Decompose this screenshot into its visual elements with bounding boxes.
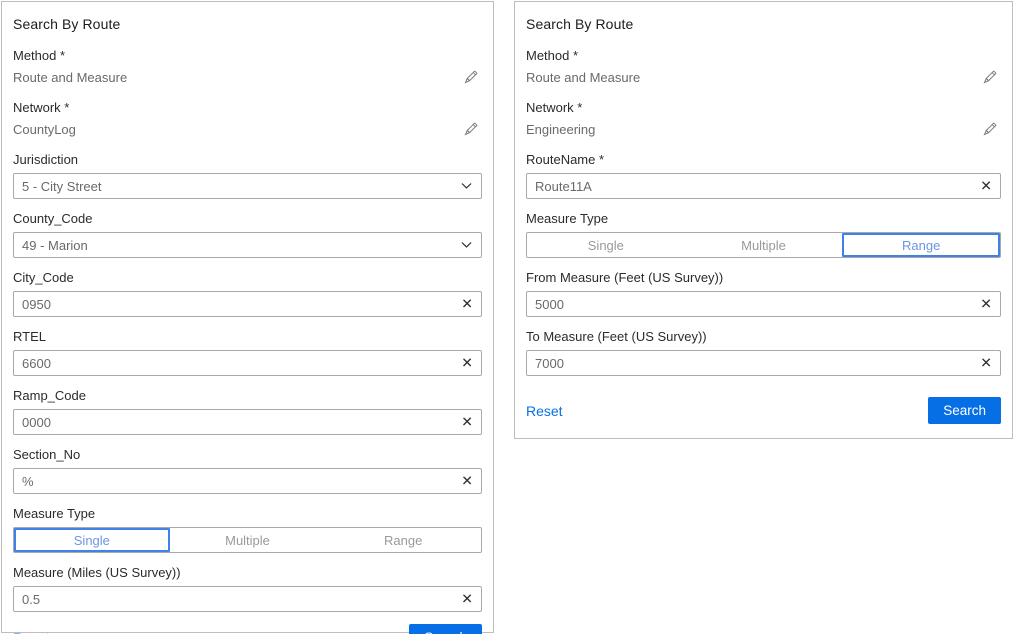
fields-container: Method * Route and Measure Network * Eng…: [526, 48, 1001, 388]
field-to-measure-feet-us-survey: To Measure (Feet (US Survey)) ✕: [526, 329, 1001, 376]
field-label: Measure Type: [13, 506, 482, 521]
text-input-measure-miles-us-survey[interactable]: [14, 587, 481, 611]
panel-footer: Reset Search: [526, 397, 1001, 426]
field-jurisdiction: Jurisdiction 5 - City Street: [13, 152, 482, 199]
segment-range[interactable]: Range: [842, 233, 1000, 257]
field-method: Method * Route and Measure: [526, 48, 1001, 86]
field-rtel: RTEL ✕: [13, 329, 482, 376]
text-input-wrap: ✕: [526, 350, 1001, 376]
field-value-row: CountyLog: [13, 121, 482, 138]
panel-footer: Reset Search: [13, 624, 482, 634]
field-label: RouteName *: [526, 152, 1001, 167]
field-label: Network *: [526, 100, 1001, 115]
segmented-control: SingleMultipleRange: [526, 232, 1001, 258]
field-label: Measure (Miles (US Survey)): [13, 565, 482, 580]
dropdown-county-code[interactable]: 49 - Marion: [13, 232, 482, 258]
field-label: Measure Type: [526, 211, 1001, 226]
clear-x-icon[interactable]: ✕: [980, 297, 992, 311]
search-by-route-panel: Search By Route Method * Route and Measu…: [514, 1, 1013, 439]
panel-title: Search By Route: [526, 16, 1001, 32]
segment-single[interactable]: Single: [527, 233, 685, 257]
clear-x-icon[interactable]: ✕: [461, 356, 473, 370]
field-label: City_Code: [13, 270, 482, 285]
dropdown-selected-value: 5 - City Street: [22, 179, 101, 194]
text-input-city-code[interactable]: [14, 292, 481, 316]
field-label: Method *: [526, 48, 1001, 63]
text-input-rtel[interactable]: [14, 351, 481, 375]
field-value: Engineering: [526, 122, 595, 138]
clear-x-icon[interactable]: ✕: [980, 356, 992, 370]
field-value: Route and Measure: [526, 70, 640, 86]
text-input-routename[interactable]: [527, 174, 1000, 198]
chevron-down-icon: [461, 183, 472, 190]
field-value-row: Engineering: [526, 121, 1001, 138]
field-routename: RouteName * ✕: [526, 152, 1001, 199]
text-input-wrap: ✕: [526, 291, 1001, 317]
text-input-wrap: ✕: [13, 468, 482, 494]
clear-x-icon[interactable]: ✕: [980, 179, 992, 193]
field-label: Ramp_Code: [13, 388, 482, 403]
search-button[interactable]: Search: [928, 397, 1001, 424]
field-network: Network * Engineering: [526, 100, 1001, 138]
field-method: Method * Route and Measure: [13, 48, 482, 86]
field-measure-miles-us-survey: Measure (Miles (US Survey)) ✕: [13, 565, 482, 612]
field-county-code: County_Code 49 - Marion: [13, 211, 482, 258]
field-ramp-code: Ramp_Code ✕: [13, 388, 482, 435]
edit-pencil-icon[interactable]: [981, 121, 998, 138]
edit-pencil-icon[interactable]: [981, 69, 998, 86]
segmented-control: SingleMultipleRange: [13, 527, 482, 553]
reset-link[interactable]: Reset: [13, 630, 50, 634]
dropdown-selected-value: 49 - Marion: [22, 238, 88, 253]
segment-multiple[interactable]: Multiple: [685, 233, 843, 257]
clear-x-icon[interactable]: ✕: [461, 592, 473, 606]
field-label: RTEL: [13, 329, 482, 344]
page: Search By Route Method * Route and Measu…: [0, 0, 1014, 634]
field-label: Method *: [13, 48, 482, 63]
clear-x-icon[interactable]: ✕: [461, 474, 473, 488]
edit-pencil-icon[interactable]: [462, 69, 479, 86]
text-input-wrap: ✕: [526, 173, 1001, 199]
field-label: From Measure (Feet (US Survey)): [526, 270, 1001, 285]
segment-range[interactable]: Range: [325, 528, 481, 552]
field-label: Jurisdiction: [13, 152, 482, 167]
clear-x-icon[interactable]: ✕: [461, 415, 473, 429]
field-label: County_Code: [13, 211, 482, 226]
field-network: Network * CountyLog: [13, 100, 482, 138]
field-value-row: Route and Measure: [13, 69, 482, 86]
field-label: To Measure (Feet (US Survey)): [526, 329, 1001, 344]
text-input-wrap: ✕: [13, 586, 482, 612]
panel-title: Search By Route: [13, 16, 482, 32]
field-city-code: City_Code ✕: [13, 270, 482, 317]
field-value: Route and Measure: [13, 70, 127, 86]
text-input-wrap: ✕: [13, 350, 482, 376]
reset-link[interactable]: Reset: [526, 403, 563, 419]
text-input-ramp-code[interactable]: [14, 410, 481, 434]
text-input-section-no[interactable]: [14, 469, 481, 493]
fields-container: Method * Route and Measure Network * Cou…: [13, 48, 482, 624]
field-from-measure-feet-us-survey: From Measure (Feet (US Survey)) ✕: [526, 270, 1001, 317]
text-input-wrap: ✕: [13, 409, 482, 435]
text-input-wrap: ✕: [13, 291, 482, 317]
segment-single[interactable]: Single: [14, 528, 170, 552]
field-label: Network *: [13, 100, 482, 115]
field-measure-type: Measure Type SingleMultipleRange: [13, 506, 482, 553]
field-label: Section_No: [13, 447, 482, 462]
field-value: CountyLog: [13, 122, 76, 138]
clear-x-icon[interactable]: ✕: [461, 297, 473, 311]
field-value-row: Route and Measure: [526, 69, 1001, 86]
dropdown-jurisdiction[interactable]: 5 - City Street: [13, 173, 482, 199]
text-input-from-measure-feet-us-survey[interactable]: [527, 292, 1000, 316]
search-button[interactable]: Search: [409, 624, 482, 634]
field-measure-type: Measure Type SingleMultipleRange: [526, 211, 1001, 258]
segment-multiple[interactable]: Multiple: [170, 528, 326, 552]
edit-pencil-icon[interactable]: [462, 121, 479, 138]
text-input-to-measure-feet-us-survey[interactable]: [527, 351, 1000, 375]
chevron-down-icon: [461, 242, 472, 249]
search-by-route-panel: Search By Route Method * Route and Measu…: [1, 1, 494, 633]
field-section-no: Section_No ✕: [13, 447, 482, 494]
